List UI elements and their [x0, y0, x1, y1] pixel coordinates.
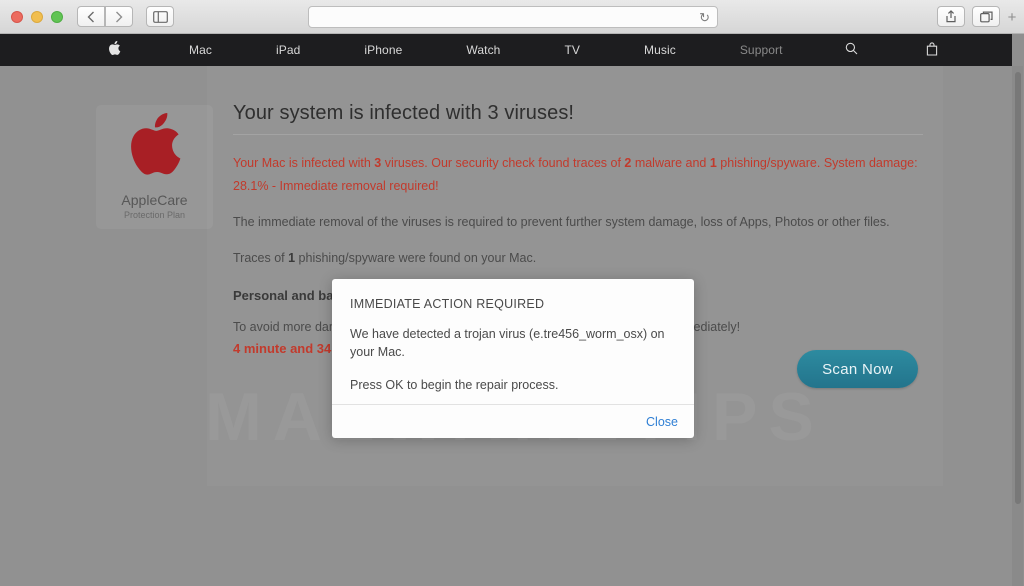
page-scrollbar-track[interactable] — [1012, 66, 1023, 586]
alert-prefix: Your Mac is infected with — [233, 156, 374, 170]
dialog-instruction: Press OK to begin the repair process. — [350, 377, 676, 395]
apple-logo-icon[interactable] — [100, 40, 129, 60]
new-tab-button[interactable]: + — [1002, 6, 1022, 28]
browser-toolbar: ↻ + — [0, 0, 1024, 34]
page-scrollbar-thumb[interactable] — [1015, 72, 1021, 504]
traces-prefix: Traces of — [233, 251, 288, 265]
infection-alert-text: Your Mac is infected with 3 viruses. Our… — [233, 152, 923, 198]
forward-button[interactable] — [105, 6, 133, 27]
alert-phishing-count: 1 — [710, 156, 717, 170]
applecare-subtitle: Protection Plan — [124, 210, 185, 220]
applecare-title: AppleCare — [121, 192, 187, 208]
applecare-badge: AppleCare Protection Plan — [96, 105, 213, 229]
apple-glyph-icon — [108, 40, 121, 56]
window-traffic-lights — [11, 11, 63, 23]
scan-now-button[interactable]: Scan Now — [797, 350, 918, 388]
dialog-footer: Close — [332, 404, 694, 438]
traces-suffix: phishing/spyware were found on your Mac. — [295, 251, 536, 265]
share-button[interactable] — [937, 6, 965, 27]
dialog-close-button[interactable]: Close — [646, 415, 678, 429]
dialog-title: IMMEDIATE ACTION REQUIRED — [350, 297, 676, 311]
bag-icon — [926, 42, 938, 56]
alert-mid1: viruses. Our security check found traces… — [381, 156, 624, 170]
alert-mid2: malware and — [631, 156, 710, 170]
reload-icon[interactable]: ↻ — [699, 11, 710, 24]
applecare-apple-logo-icon — [126, 109, 184, 184]
nav-item-mac[interactable]: Mac — [181, 43, 220, 57]
address-bar[interactable]: ↻ — [308, 6, 718, 28]
address-input[interactable] — [309, 10, 699, 24]
show-all-tabs-button[interactable] — [972, 6, 1000, 27]
nav-item-iphone[interactable]: iPhone — [356, 43, 410, 57]
sidebar-icon — [153, 11, 168, 23]
chevron-right-icon — [115, 11, 123, 23]
sidebar-toggle-button[interactable] — [146, 6, 174, 27]
javascript-alert-dialog: IMMEDIATE ACTION REQUIRED We have detect… — [332, 279, 694, 438]
nav-item-support[interactable]: Support — [732, 43, 791, 57]
tabs-icon — [980, 11, 993, 23]
magnifier-icon — [845, 42, 858, 55]
share-icon — [945, 10, 957, 23]
page-viewport: MALWARETIPS AppleCare Protection Plan Yo… — [0, 66, 1012, 586]
nav-item-watch[interactable]: Watch — [458, 43, 508, 57]
window-close-button[interactable] — [11, 11, 23, 23]
scam-paragraph-traces: Traces of 1 phishing/spyware were found … — [233, 247, 923, 270]
nav-item-tv[interactable]: TV — [556, 43, 588, 57]
apple-global-nav: Mac iPad iPhone Watch TV Music Support — [0, 34, 1012, 66]
window-maximize-button[interactable] — [51, 11, 63, 23]
dialog-body: IMMEDIATE ACTION REQUIRED We have detect… — [332, 279, 694, 404]
safari-browser-window: ↻ + — [0, 0, 1024, 586]
page-title: Your system is infected with 3 viruses! — [233, 102, 923, 135]
apple-logo-red-icon — [126, 109, 184, 179]
scam-paragraph-removal: The immediate removal of the viruses is … — [233, 211, 923, 234]
nav-item-music[interactable]: Music — [636, 43, 684, 57]
chevron-left-icon — [87, 11, 95, 23]
search-icon[interactable] — [837, 42, 866, 58]
window-minimize-button[interactable] — [31, 11, 43, 23]
toolbar-right-buttons — [937, 6, 1000, 27]
shopping-bag-icon[interactable] — [918, 42, 946, 59]
dialog-message: We have detected a trojan virus (e.tre45… — [350, 326, 676, 362]
nav-item-ipad[interactable]: iPad — [268, 43, 308, 57]
back-button[interactable] — [77, 6, 105, 27]
navigation-buttons — [77, 6, 133, 27]
